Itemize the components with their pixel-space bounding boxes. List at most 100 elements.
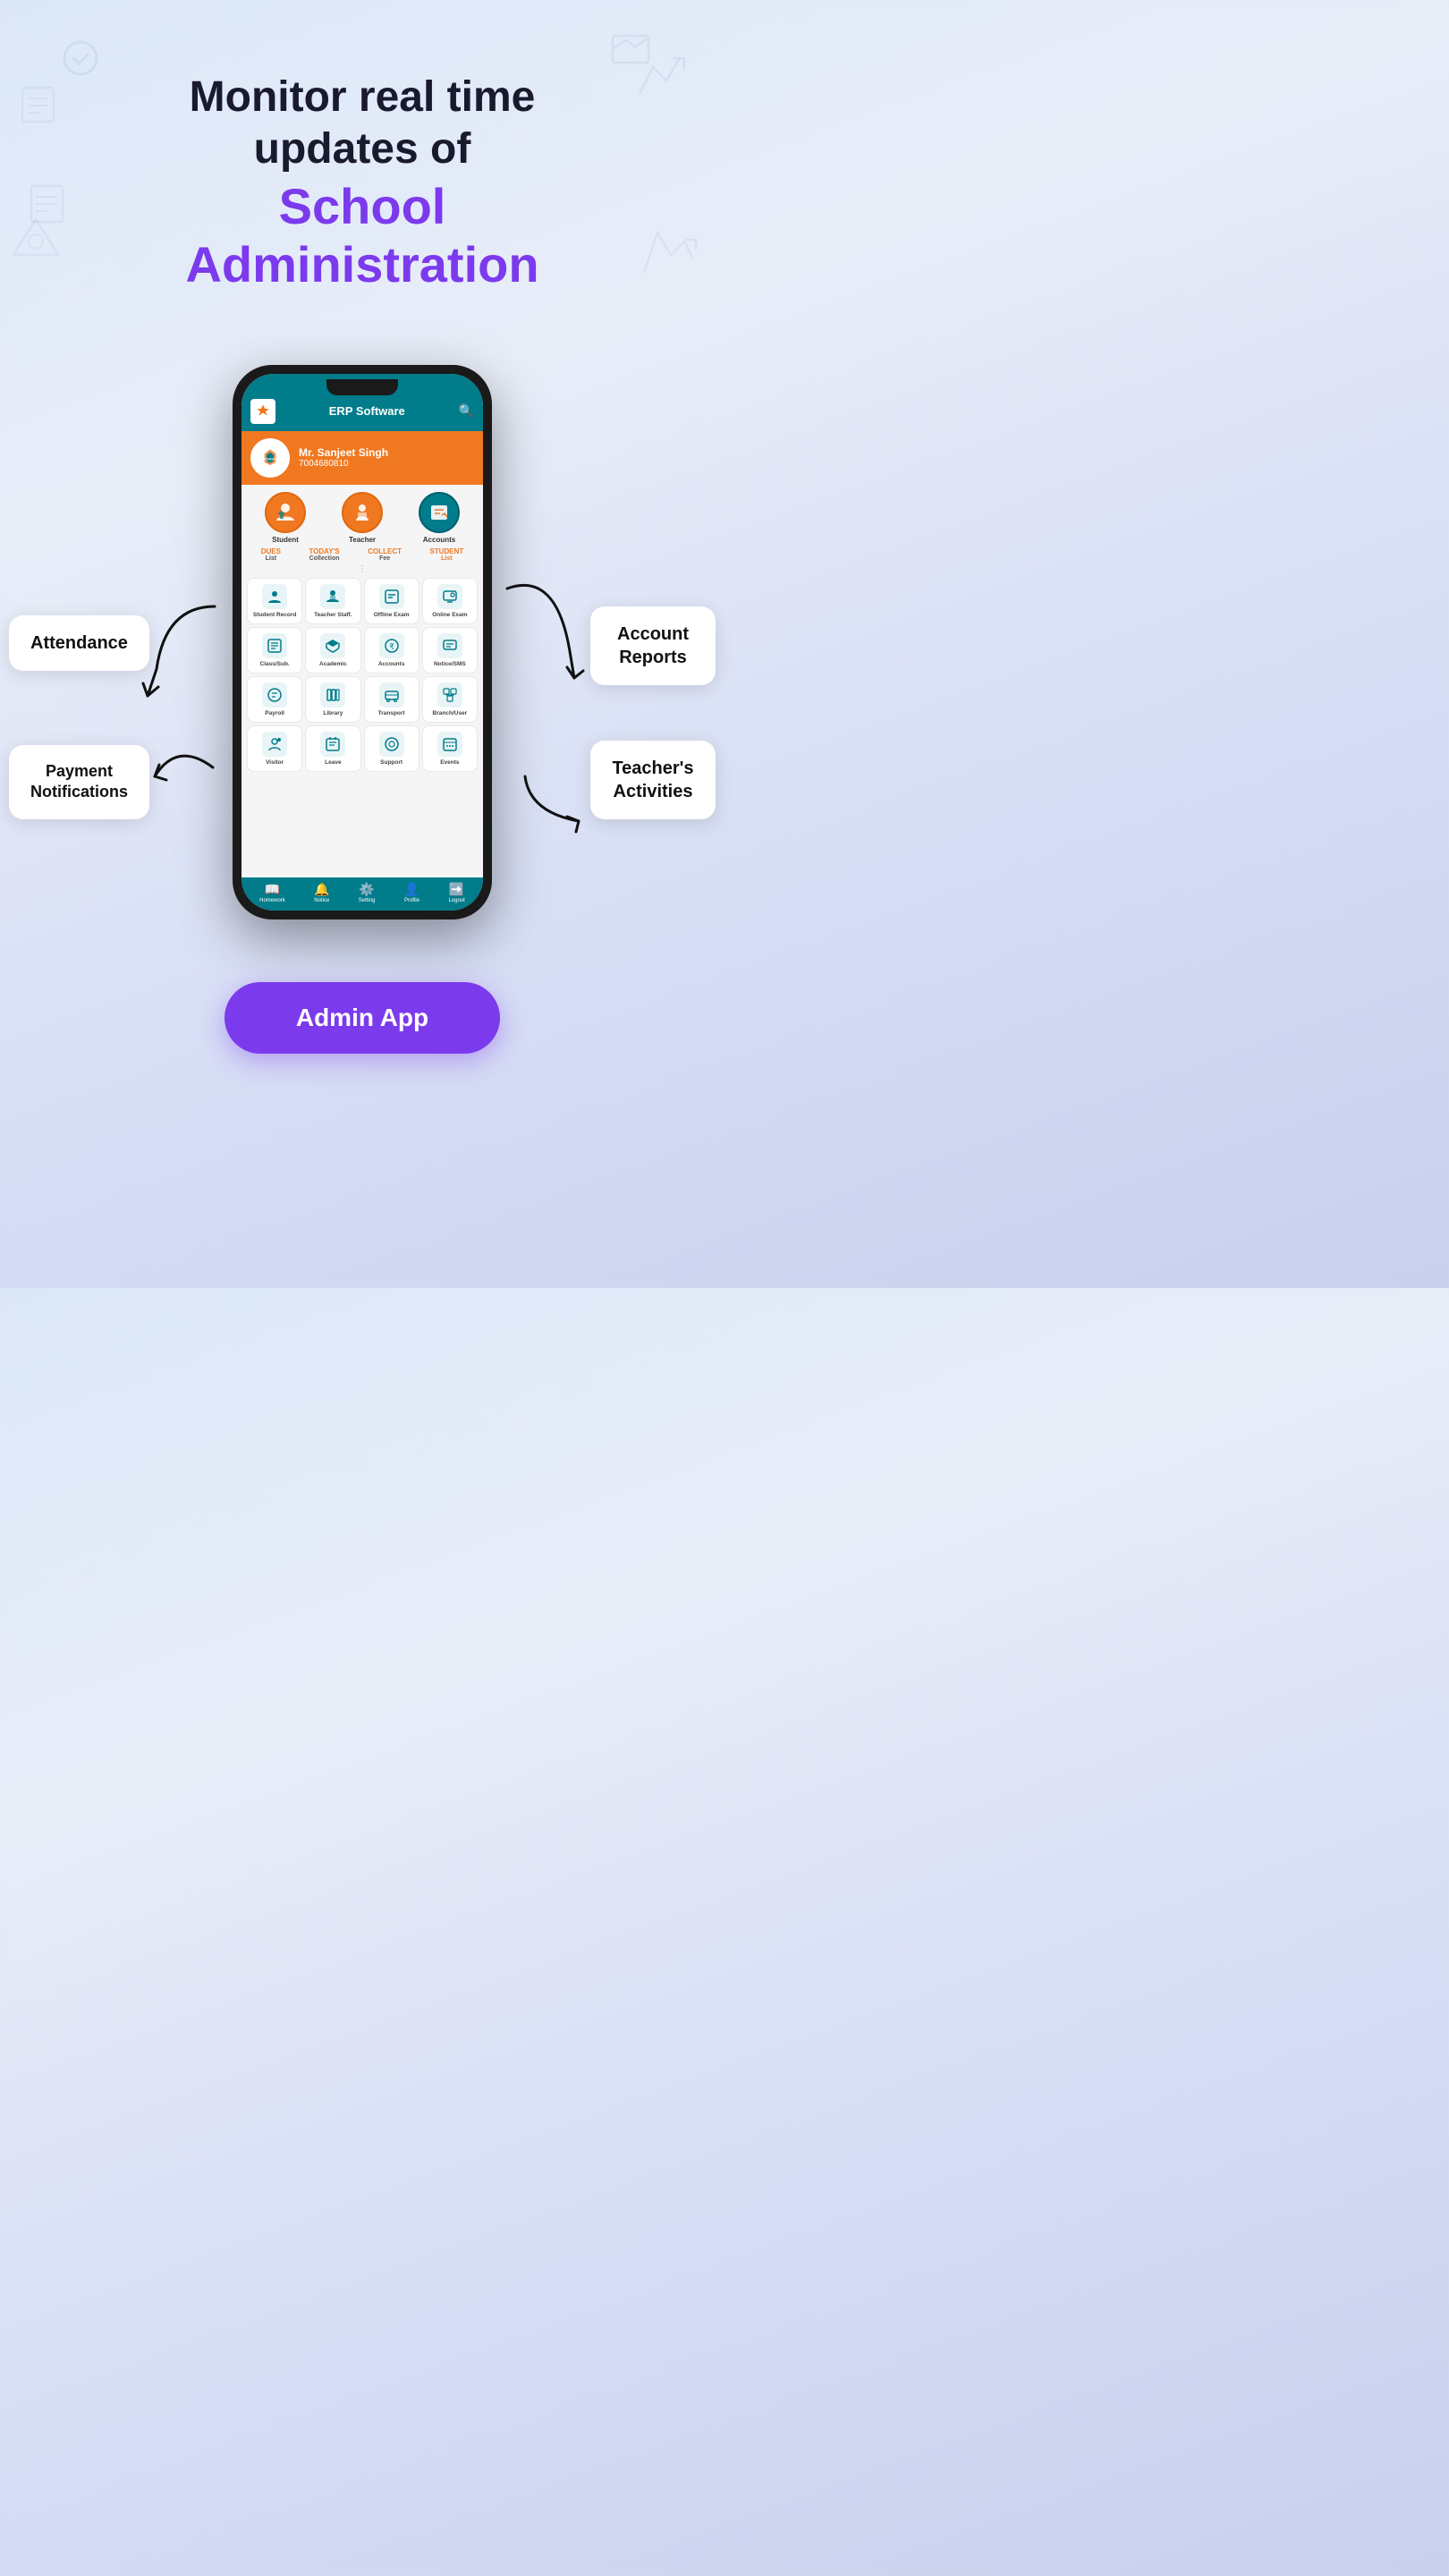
- accounts-menu-label: Accounts: [378, 661, 405, 667]
- visitor-icon: [262, 732, 287, 757]
- search-icon[interactable]: 🔍: [459, 403, 474, 419]
- menu-branch-user[interactable]: Branch/User: [422, 676, 478, 723]
- nav-homework[interactable]: 📖 Homework: [259, 882, 285, 903]
- tab-collect[interactable]: COLLECT Fee: [368, 547, 402, 562]
- menu-transport[interactable]: Transport: [364, 676, 419, 723]
- offline-exam-icon: [379, 584, 404, 609]
- tab-todays[interactable]: TODAY'S Collection: [309, 547, 339, 562]
- menu-online-exam[interactable]: Online Exam: [422, 578, 478, 624]
- payroll-icon: [262, 682, 287, 708]
- class-sub-icon: [262, 633, 287, 658]
- homework-icon: 📖: [265, 882, 280, 897]
- phone-notch: [326, 379, 398, 395]
- academic-label: Academic: [319, 661, 347, 667]
- accounts-menu-icon: ₹: [379, 633, 404, 658]
- account-reports-label: AccountReports: [590, 606, 716, 685]
- svg-text:₹: ₹: [389, 642, 394, 651]
- arrow-payment: [141, 732, 222, 803]
- teacher-label: Teacher: [349, 536, 376, 544]
- main-icon-student[interactable]: Student: [258, 492, 312, 544]
- bottom-nav: 📖 Homework 🔔 Notice ⚙️ Setting 👤 Profile…: [242, 877, 483, 911]
- menu-visitor[interactable]: Visitor: [247, 725, 302, 772]
- menu-academic[interactable]: Academic: [305, 627, 360, 674]
- user-banner: SCHOOL Mr. Sanjeet Singh 7004680810: [242, 431, 483, 485]
- user-name: Mr. Sanjeet Singh: [299, 446, 388, 459]
- events-icon: [437, 732, 462, 757]
- online-exam-icon: [437, 584, 462, 609]
- student-icon-circle: [265, 492, 306, 533]
- arrow-teachers: [512, 758, 592, 848]
- student-record-label: Student Record: [253, 612, 296, 618]
- library-label: Library: [323, 710, 343, 716]
- nav-logout-label: Logout: [448, 898, 464, 903]
- menu-grid: Student Record Teacher Staff. Offline Ex…: [247, 578, 478, 772]
- menu-teacher-staff[interactable]: Teacher Staff.: [305, 578, 360, 624]
- tab-student[interactable]: STUDENT List: [429, 547, 463, 562]
- hero-line1: Monitor real time: [54, 72, 671, 123]
- transport-icon: [379, 682, 404, 708]
- leave-icon: [320, 732, 345, 757]
- notice-sms-icon: [437, 633, 462, 658]
- tab-student-label: List: [441, 555, 452, 562]
- user-info: Mr. Sanjeet Singh 7004680810: [299, 446, 388, 469]
- teacher-icon-circle: [342, 492, 383, 533]
- admin-app-button[interactable]: Admin App: [225, 982, 500, 1054]
- menu-accounts[interactable]: ₹ Accounts: [364, 627, 419, 674]
- phone-mockup: ERP Software 🔍 SCHOOL Mr. Sanjeet Singh: [233, 365, 492, 919]
- academic-icon: [320, 633, 345, 658]
- menu-library[interactable]: Library: [305, 676, 360, 723]
- nav-profile[interactable]: 👤 Profile: [404, 882, 419, 903]
- tab-dues-label: List: [266, 555, 276, 562]
- support-icon: [379, 732, 404, 757]
- menu-student-record[interactable]: Student Record: [247, 578, 302, 624]
- class-sub-label: Class/Sub.: [260, 661, 290, 667]
- menu-leave[interactable]: Leave: [305, 725, 360, 772]
- library-icon: [320, 682, 345, 708]
- online-exam-label: Online Exam: [432, 612, 467, 618]
- tab-dues-value: DUES: [261, 547, 281, 555]
- arrow-account-reports: [503, 571, 592, 687]
- nav-notice-label: Notice: [314, 898, 329, 903]
- main-icons-row: Student Teacher: [242, 485, 483, 544]
- user-avatar: SCHOOL: [250, 438, 290, 478]
- transport-label: Transport: [378, 710, 405, 716]
- main-icon-teacher[interactable]: Teacher: [335, 492, 389, 544]
- tab-collect-value: COLLECT: [368, 547, 402, 555]
- tab-collect-label: Fee: [379, 555, 390, 562]
- setting-icon: ⚙️: [359, 882, 374, 897]
- support-label: Support: [380, 759, 402, 766]
- visitor-label: Visitor: [266, 759, 284, 766]
- menu-payroll[interactable]: Payroll: [247, 676, 302, 723]
- menu-events[interactable]: Events: [422, 725, 478, 772]
- hero-line2: updates of: [54, 123, 671, 175]
- app-logo: [250, 399, 275, 424]
- payroll-label: Payroll: [265, 710, 284, 716]
- nav-logout[interactable]: ➡️ Logout: [448, 882, 464, 903]
- menu-class-sub[interactable]: Class/Sub.: [247, 627, 302, 674]
- arrow-attendance: [139, 597, 219, 705]
- accounts-label: Accounts: [423, 536, 455, 544]
- main-icon-accounts[interactable]: Accounts: [412, 492, 466, 544]
- tab-todays-label: Collection: [309, 555, 340, 562]
- tab-dues[interactable]: DUES List: [261, 547, 281, 562]
- branch-user-label: Branch/User: [433, 710, 468, 716]
- hero-line4: Administration: [54, 236, 671, 293]
- menu-support[interactable]: Support: [364, 725, 419, 772]
- tabs-row: DUES List TODAY'S Collection COLLECT Fee…: [242, 544, 483, 565]
- menu-offline-exam[interactable]: Offline Exam: [364, 578, 419, 624]
- nav-setting[interactable]: ⚙️ Setting: [359, 882, 376, 903]
- student-label: Student: [272, 536, 299, 544]
- notice-sms-label: Notice/SMS: [434, 661, 466, 667]
- app-title: ERP Software: [275, 404, 459, 418]
- offline-exam-label: Offline Exam: [374, 612, 410, 618]
- leave-label: Leave: [325, 759, 341, 766]
- payment-notifications-label: PaymentNotifications: [9, 745, 149, 819]
- hero-line3: School: [54, 178, 671, 235]
- student-record-icon: [262, 584, 287, 609]
- nav-homework-label: Homework: [259, 898, 285, 903]
- nav-setting-label: Setting: [359, 898, 376, 903]
- nav-notice[interactable]: 🔔 Notice: [314, 882, 329, 903]
- events-label: Events: [440, 759, 459, 766]
- menu-notice-sms[interactable]: Notice/SMS: [422, 627, 478, 674]
- svg-text:SCHOOL: SCHOOL: [262, 456, 278, 461]
